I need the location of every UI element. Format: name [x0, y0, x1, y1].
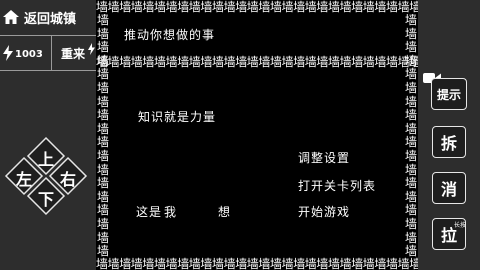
player-feet-icon: ··	[166, 214, 173, 222]
game-board: 墙墙墙墙墙墙墙墙墙墙墙墙墙墙墙墙墙墙墙墙墙墙墙墙墙墙墙墙墙墙 墙墙墙墙墙墙墙墙墙…	[96, 0, 418, 270]
energy-counter: 1003	[2, 44, 48, 64]
return-town-button[interactable]: 返回城镇	[2, 5, 92, 29]
divider	[0, 35, 96, 36]
start-game-block: 开始游戏	[298, 205, 351, 219]
dpad-up-label: 上	[37, 150, 54, 169]
objective-text: 推动你想做的事	[124, 28, 216, 42]
think-block: 想	[218, 205, 232, 219]
eliminate-button[interactable]: 消	[432, 172, 466, 204]
level-list-block: 打开关卡列表	[298, 179, 377, 193]
dpad-down-label: 下	[37, 190, 54, 209]
wall-column-left: 墙 墙 墙 墙 墙 墙 墙 墙 墙 墙 墙 墙 墙 墙 墙 墙 墙 墙	[96, 14, 109, 257]
adjust-settings-block: 调整设置	[298, 151, 351, 165]
dismantle-button[interactable]: 拆	[432, 126, 466, 158]
restart-button[interactable]: 重来	[56, 44, 90, 64]
knowledge-text: 知识就是力量	[138, 110, 217, 124]
hint-button[interactable]: 提示	[431, 78, 467, 110]
longpress-tag: 长按	[454, 222, 467, 229]
this-is-block: 这是	[136, 205, 163, 219]
wall-row-bottom: 墙墙墙墙墙墙墙墙墙墙墙墙墙墙墙墙墙墙墙墙墙墙墙墙墙墙墙墙墙墙	[96, 257, 418, 270]
return-town-label: 返回城镇	[24, 11, 77, 27]
wall-column-right: 墙 墙 墙 墙 墙 墙 墙 墙 墙 墙 墙 墙 墙 墙 墙 墙 墙 墙	[404, 14, 417, 257]
dpad-right-label: 右	[59, 170, 76, 189]
left-panel	[0, 0, 96, 270]
divider	[51, 36, 52, 70]
dpad-left-label: 左	[15, 170, 32, 189]
divider	[0, 70, 96, 71]
wall-row-middle: 墙墙墙墙墙墙墙墙墙墙墙墙墙墙墙墙墙墙墙墙墙墙墙墙墙墙墙墙墙墙	[96, 55, 418, 69]
small-lightning-icon	[87, 40, 96, 55]
dpad: 上 下 左 右	[0, 136, 96, 216]
lightning-icon	[2, 44, 14, 64]
energy-value: 1003	[15, 48, 43, 60]
home-icon	[2, 9, 20, 25]
wall-row-top: 墙墙墙墙墙墙墙墙墙墙墙墙墙墙墙墙墙墙墙墙墙墙墙墙墙墙墙墙墙墙	[96, 0, 418, 14]
